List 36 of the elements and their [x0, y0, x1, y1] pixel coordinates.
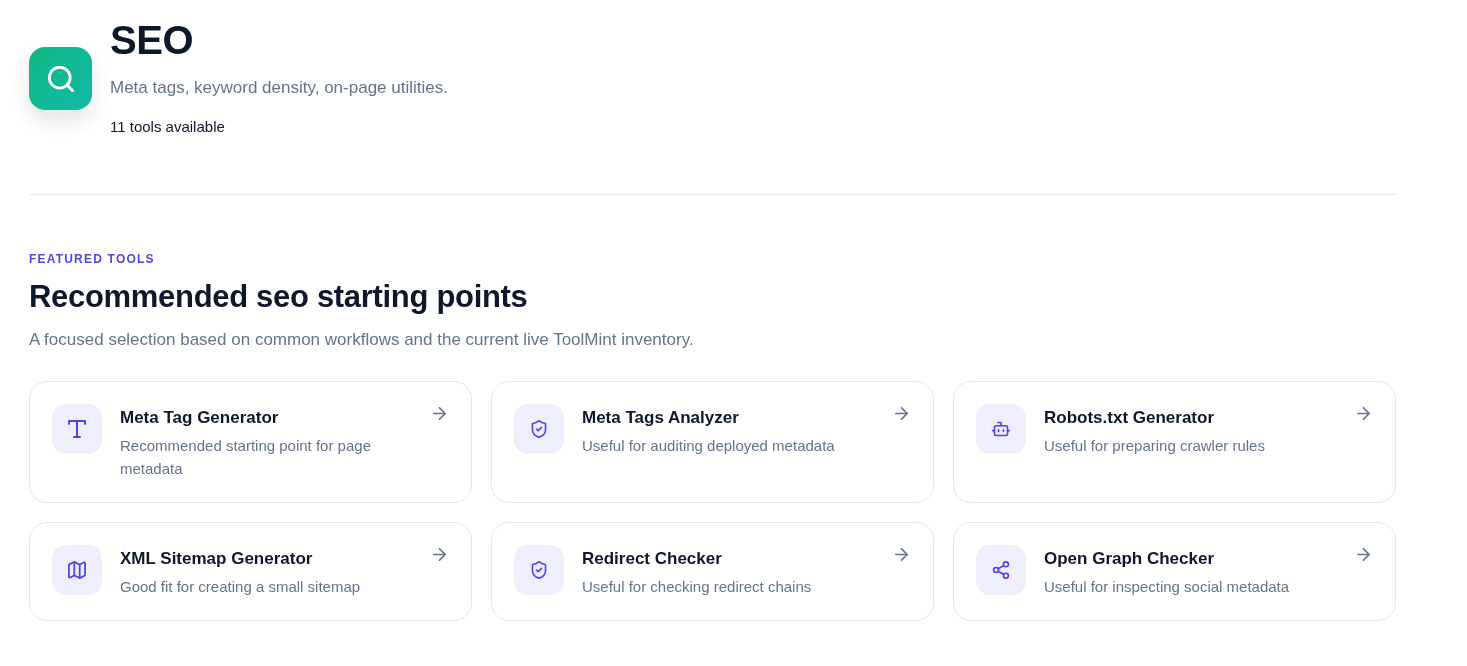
- tool-card[interactable]: Redirect Checker Useful for checking redirect chains: [491, 522, 934, 621]
- robot-icon: [976, 404, 1026, 454]
- map-icon: [52, 545, 102, 595]
- section-description: A focused selection based on common workflows and the current live ToolMint inventory.: [29, 329, 694, 351]
- arrow-right-icon: [1357, 548, 1370, 561]
- arrow-right-icon: [1357, 407, 1370, 420]
- shield-check-icon: [514, 404, 564, 454]
- page-subtitle: Meta tags, keyword density, on-page utilities.: [110, 77, 448, 99]
- tool-description: Good fit for creating a small sitemap: [120, 577, 362, 597]
- tool-count: 11 tools available: [110, 117, 225, 137]
- share-icon: [976, 545, 1026, 595]
- tool-description: Useful for checking redirect chains: [582, 577, 813, 597]
- tool-description: Useful for inspecting social metadata: [1044, 577, 1291, 597]
- tool-description: Useful for preparing crawler rules: [1044, 436, 1266, 456]
- search-icon: [29, 47, 92, 110]
- tool-card[interactable]: XML Sitemap Generator Good fit for creating a small sitemap: [29, 522, 472, 621]
- arrow-right-icon: [433, 407, 446, 420]
- tool-title: Redirect Checker: [582, 548, 722, 570]
- arrow-right-icon: [895, 548, 908, 561]
- arrow-right-icon: [895, 407, 908, 420]
- section-heading: Recommended seo starting points: [29, 278, 528, 316]
- tool-title: XML Sitemap Generator: [120, 548, 313, 570]
- tool-title: Meta Tags Analyzer: [582, 407, 739, 429]
- shield-check-icon: [514, 545, 564, 595]
- tool-card[interactable]: Meta Tags Analyzer Useful for auditing deployed metadata: [491, 381, 934, 503]
- tool-description: Useful for auditing deployed metadata: [582, 436, 836, 456]
- text-type-icon: [52, 404, 102, 454]
- page-title: SEO: [110, 17, 194, 64]
- tool-title: Open Graph Checker: [1044, 548, 1215, 570]
- tool-title: Robots.txt Generator: [1044, 407, 1215, 429]
- tool-description: Recommended starting point for page metadata: [120, 436, 372, 479]
- tool-card[interactable]: Meta Tag Generator Recommended starting point for page metadata: [29, 381, 472, 503]
- tool-title: Meta Tag Generator: [120, 407, 279, 429]
- tool-card[interactable]: Open Graph Checker Useful for inspecting social metadata: [953, 522, 1396, 621]
- tool-card[interactable]: Robots.txt Generator Useful for preparing crawler rules: [953, 381, 1396, 503]
- section-eyebrow: FEATURED TOOLS: [29, 251, 155, 267]
